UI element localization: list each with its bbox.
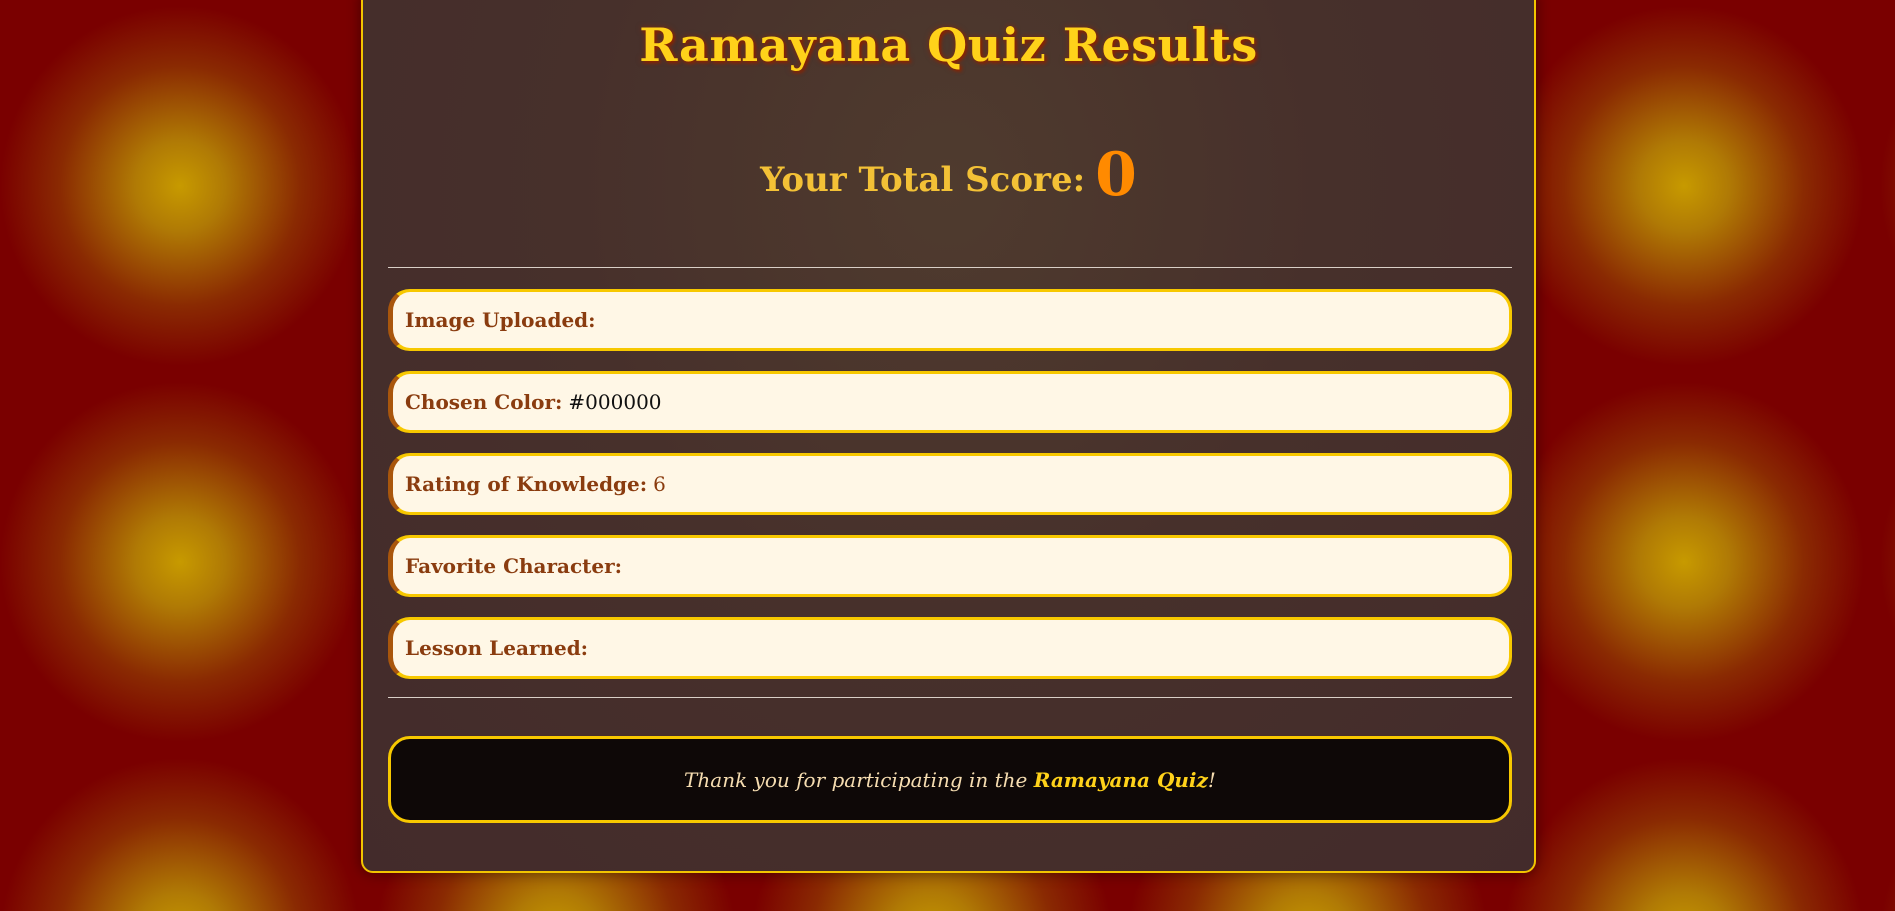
divider-top [388,267,1512,268]
thanks-text: Thank you for participating in the [684,767,1028,792]
field-label: Favorite Character: [405,554,623,578]
field-value: 6 [653,472,666,496]
total-score: Your Total Score: 0 [363,140,1534,210]
field-image-uploaded: Image Uploaded: [388,289,1512,351]
field-value: #000000 [568,390,662,414]
field-favorite-character: Favorite Character: [388,535,1512,597]
score-value: 0 [1095,140,1137,210]
thank-you-banner: Thank you for participating in the Ramay… [388,736,1512,823]
results-card: Ramayana Quiz Results Your Total Score: 0… [361,0,1536,873]
divider-bottom [388,697,1512,698]
field-lesson-learned: Lesson Learned: [388,617,1512,679]
field-label: Chosen Color: [405,390,563,414]
field-rating-of-knowledge: Rating of Knowledge: 6 [388,453,1512,515]
score-label: Your Total Score: [760,160,1086,200]
page-title: Ramayana Quiz Results [639,18,1258,72]
quiz-name: Ramayana Quiz [1033,767,1208,792]
field-label: Lesson Learned: [405,636,589,660]
thanks-suffix: ! [1207,767,1216,792]
field-chosen-color: Chosen Color: #000000 [388,371,1512,433]
field-label: Rating of Knowledge: [405,472,648,496]
field-label: Image Uploaded: [405,308,596,332]
